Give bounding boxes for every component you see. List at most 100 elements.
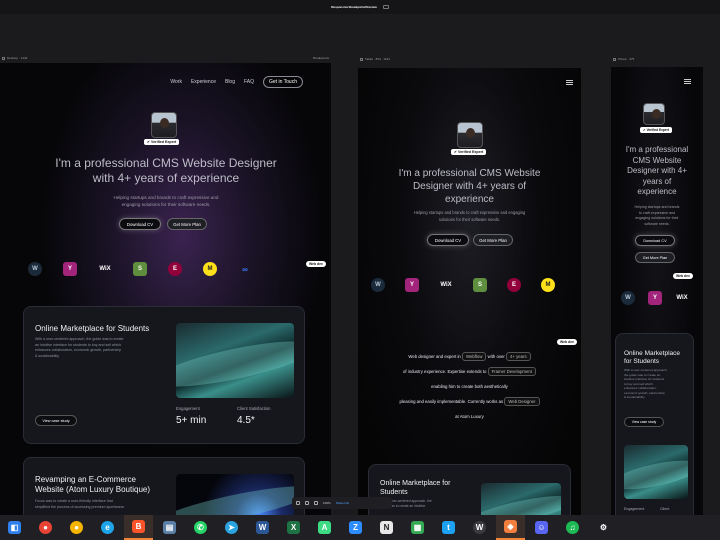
taskbar-item-settings[interactable]: ⚙	[589, 515, 618, 540]
case2-desc-line: simplified the process of accessing prem…	[35, 504, 125, 509]
web-dev-pill[interactable]: Web dev	[306, 261, 326, 267]
taskbar-item-discord[interactable]: ☺	[527, 515, 556, 540]
desktop-frame-label: Desktop · 1440	[7, 56, 28, 60]
spotify-icon: ♫	[566, 521, 579, 534]
taskbar-item-whatsapp[interactable]: ✆	[186, 515, 215, 540]
web-dev-pill[interactable]: Web dev	[557, 339, 577, 345]
hamburger-menu-icon[interactable]	[566, 80, 573, 85]
comment-tool-icon[interactable]	[305, 501, 309, 505]
hero-title-line: with 4+ years of experience	[92, 171, 240, 185]
download-cv-button[interactable]: Download CV	[119, 218, 161, 230]
engagement-label: Engagement	[624, 507, 645, 511]
hero-title-line: experience	[637, 187, 677, 196]
notion-icon: N	[380, 521, 393, 534]
nav-item-work[interactable]: Work	[170, 79, 182, 85]
hero-subtitle-line: Helping startups and brands to craft exp…	[113, 195, 219, 200]
case-desc-line: With a user-centered approach, the guide…	[35, 337, 124, 341]
grid-tool-icon[interactable]	[314, 501, 318, 505]
taskbar-item-word[interactable]: W	[248, 515, 277, 540]
tablet-preview: ✔ Verified Expert I'm a professional CMS…	[358, 68, 581, 515]
taskbar-item-sheets[interactable]: ▦	[403, 515, 432, 540]
elementor-icon: E	[507, 278, 521, 292]
mobile-frame-header: Phone · 375	[611, 55, 703, 63]
hand-tool-icon[interactable]	[296, 501, 300, 505]
case-desc-line: With a user-centered approach,	[624, 368, 668, 372]
avatar	[457, 122, 483, 148]
preview-toolbar: 100% Share link	[292, 497, 392, 509]
verified-badge: ✔ Verified Expert	[144, 139, 180, 145]
case-study-card: Online Marketplace for Students With a u…	[615, 333, 694, 515]
wix-icon: WiX	[440, 282, 452, 288]
about-text: of industry experience.	[403, 369, 447, 374]
get-more-plan-button[interactable]: Get More Plan	[167, 218, 207, 230]
taskbar-item-telegram[interactable]: ➤	[217, 515, 246, 540]
taskbar-item-webflow[interactable]: W	[465, 515, 494, 540]
view-case-study-button[interactable]: View case study	[624, 417, 664, 427]
case-desc-line: to buy and sell which	[624, 381, 653, 386]
hamburger-menu-icon[interactable]	[684, 79, 691, 84]
zoom-value[interactable]: 100%	[323, 501, 331, 505]
taskbar-item-notepad[interactable]: ▤	[155, 515, 184, 540]
case2-title-line: Revamping an E-Commerce	[35, 475, 136, 484]
taskbar-item-figma[interactable]: ◆	[496, 515, 525, 540]
share-link-button[interactable]: Share link	[336, 501, 349, 505]
os-taskbar: ◧ ● ● e B ▤ ✆ ➤ W X A Z N ▦ t W ◆ ☺ ♫ ⚙	[0, 515, 720, 540]
whatsapp-icon: ✆	[194, 521, 207, 534]
case-study-card: Online Marketplace for Students With a u…	[23, 306, 305, 444]
case-study-description: With a user-centered approach, the guide…	[380, 499, 475, 509]
skill-chip: 4+ years	[506, 352, 531, 361]
taskbar-item-excel[interactable]: X	[279, 515, 308, 540]
tablet-frame-label: Tablet · 834 · 1194	[365, 57, 390, 61]
taskbar-item-zoom[interactable]: Z	[341, 515, 370, 540]
hero-subtitle-line: engaging solutions for their software ne…	[121, 202, 211, 207]
hero-subtitle: Helping startups and brands to craft exp…	[370, 210, 569, 223]
hero-title-line: experience	[445, 194, 494, 205]
get-in-touch-button[interactable]: Get in Touch	[263, 76, 303, 88]
get-more-plan-button[interactable]: Get More Plan	[473, 234, 513, 246]
verified-badge-label: Verified Expert	[646, 128, 669, 132]
taskbar-item-brave[interactable]: B	[124, 515, 153, 540]
hero-title-line: Designer with 4+ years of	[412, 181, 527, 192]
desktop-frame-header: Desktop · 1440 Breakpoints	[0, 54, 331, 62]
case-desc-line: an intuitive interface for students to b…	[35, 342, 122, 347]
view-case-study-button[interactable]: View case study	[35, 415, 77, 426]
zoom-icon: Z	[349, 521, 362, 534]
nav-item-blog[interactable]: Blog	[225, 79, 235, 85]
taskbar-item-chrome[interactable]: ●	[31, 515, 60, 540]
elementor-icon: E	[168, 262, 182, 276]
nav-item-experience[interactable]: Experience	[191, 79, 216, 85]
nav-item-faq[interactable]: FAQ	[244, 79, 254, 85]
window-subtitle: webflow.io · 3 breakpoints	[342, 5, 378, 9]
download-cv-button[interactable]: Download CV	[427, 234, 469, 246]
hero-title-line: I'm a professional CMS Website	[398, 168, 541, 179]
taskbar-item-spotify[interactable]: ♫	[558, 515, 587, 540]
taskbar-item-android-studio[interactable]: A	[310, 515, 339, 540]
get-more-plan-button[interactable]: Get More Plan	[635, 252, 675, 263]
client-label: Client	[660, 507, 670, 511]
about-paragraph: Web designer and expert in Webflow with …	[368, 349, 571, 424]
taskbar-item-twitter[interactable]: t	[434, 515, 463, 540]
download-cv-button[interactable]: Download CV	[635, 235, 675, 246]
web-dev-pill[interactable]: Web dev	[673, 273, 693, 279]
avatar	[151, 112, 177, 138]
taskbar-item-edge[interactable]: e	[93, 515, 122, 540]
frame-square-icon	[360, 57, 363, 61]
yoast-icon: Y	[63, 262, 77, 276]
hero-subtitle: Helping startups and brands to craft exp…	[617, 205, 697, 227]
case2-desc-line: Focus was to create a user-friendly inte…	[35, 499, 113, 503]
taskbar-item-notion[interactable]: N	[372, 515, 401, 540]
about-text: pleasing and easily implementable.	[399, 399, 467, 404]
case-desc-line: enhances collaboration, economic growth,…	[35, 348, 122, 352]
hero-subtitle-line: software needs.	[644, 221, 670, 226]
android-studio-icon: A	[318, 521, 331, 534]
hero-title-line: years of	[642, 176, 672, 186]
breakpoints-label[interactable]: Breakpoints	[313, 56, 329, 60]
verified-badge: ✔ Verified Expert	[640, 127, 672, 133]
window-badge-icon[interactable]	[382, 5, 389, 9]
case-study-description: With a user-centered approach, the guide…	[35, 337, 160, 359]
hero-title-line: I'm a professional CMS Website Designer	[55, 156, 277, 170]
taskbar-item-vscode[interactable]: ◧	[0, 515, 29, 540]
brave-icon: B	[132, 520, 145, 533]
taskbar-item-chrome-canary[interactable]: ●	[62, 515, 91, 540]
hero-subtitle-line: solutions for their software needs.	[438, 216, 501, 222]
